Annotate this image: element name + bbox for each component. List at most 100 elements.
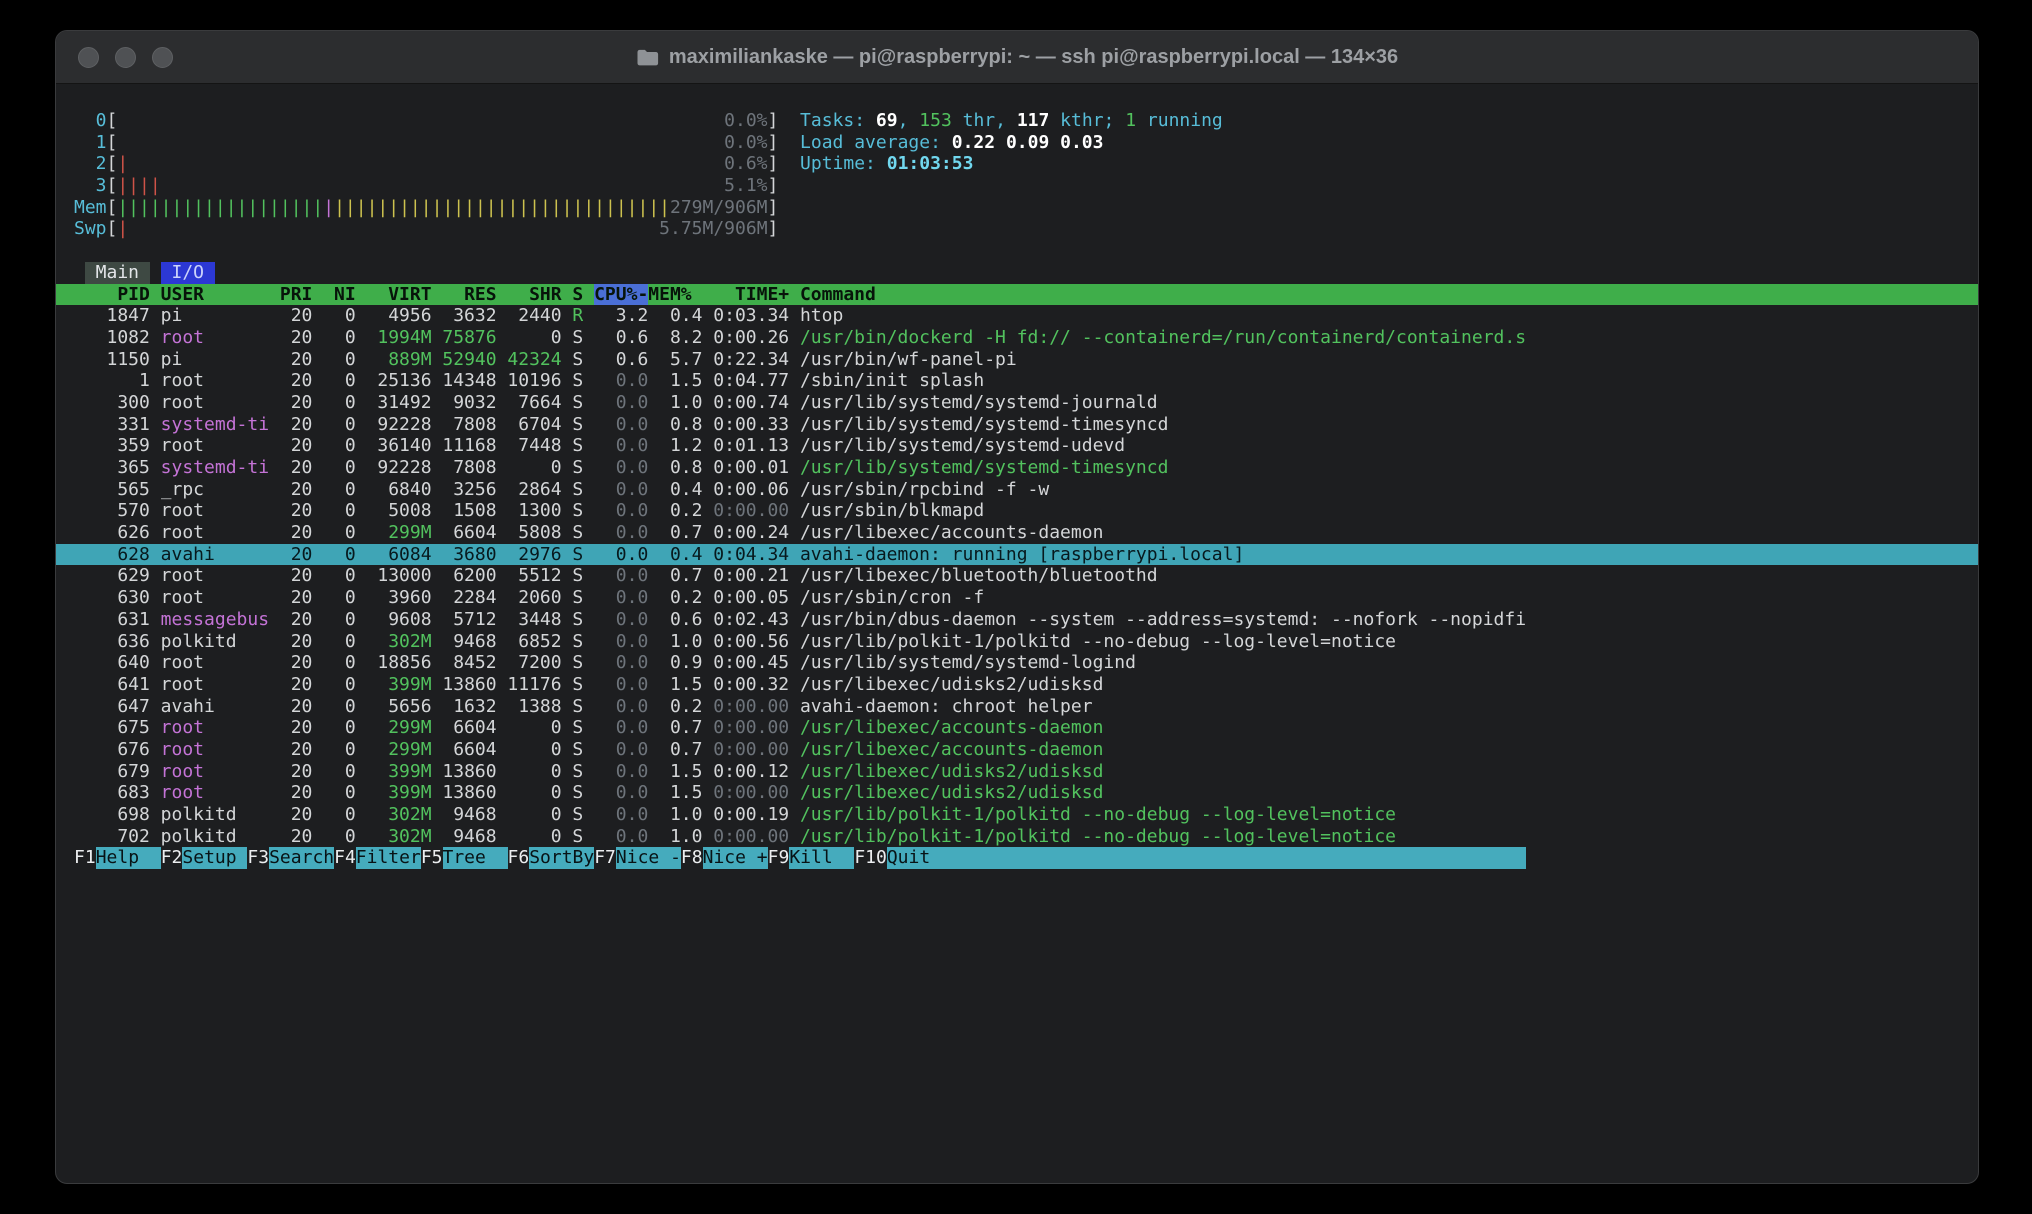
cell-res: 11168 <box>432 435 497 457</box>
cell-pri: 20 <box>269 544 312 566</box>
close-button[interactable] <box>78 47 99 68</box>
process-row-selected[interactable]: 628avahi200608436802976S0.00.40:04.34ava… <box>56 544 1978 566</box>
process-row[interactable]: 300root2003149290327664S0.01.00:00.74/us… <box>56 392 1978 414</box>
process-row[interactable]: 647avahi200565616321388S0.00.20:00.00ava… <box>56 696 1978 718</box>
cpu3-label: 3 <box>74 175 107 197</box>
cell-pid: 640 <box>74 652 150 674</box>
process-row[interactable]: 629root2001300062005512S0.00.70:00.21/us… <box>56 565 1978 587</box>
process-row[interactable]: 570root200500815081300S0.00.20:00.00/usr… <box>56 500 1978 522</box>
cell-cpu: 0.0 <box>583 435 648 457</box>
fn-nice-button[interactable]: Nice - <box>616 847 681 869</box>
process-row[interactable]: 698polkitd200302M94680S0.01.00:00.19/usr… <box>56 804 1978 826</box>
cell-pid: 331 <box>74 414 150 436</box>
process-row[interactable]: 331systemd-ti2009222878086704S0.00.80:00… <box>56 414 1978 436</box>
spacer <box>150 414 161 436</box>
cell-mem: 0.6 <box>648 609 702 631</box>
col-shr[interactable]: SHR <box>497 284 562 306</box>
fn-kill-button[interactable]: Kill <box>789 847 854 869</box>
sort-indicator: CPU%- <box>594 284 648 305</box>
process-row[interactable]: 1150pi200889M5294042324S0.65.70:22.34/us… <box>56 349 1978 371</box>
fn-nice-button[interactable]: Nice + <box>703 847 768 869</box>
process-row[interactable]: 641root200399M1386011176S0.01.50:00.32/u… <box>56 674 1978 696</box>
process-row[interactable]: 676root200299M66040S0.00.70:00.00/usr/li… <box>56 739 1978 761</box>
fn-help-button[interactable]: Help <box>96 847 161 869</box>
fn-filter-button[interactable]: Filter <box>356 847 421 869</box>
col-ni[interactable]: NI <box>312 284 355 306</box>
cell-mem: 1.0 <box>648 392 702 414</box>
process-row[interactable]: 683root200399M138600S0.01.50:00.00/usr/l… <box>56 782 1978 804</box>
process-row[interactable]: 702polkitd200302M94680S0.01.00:00.00/usr… <box>56 826 1978 848</box>
fn-quit-button[interactable]: Quit <box>887 847 952 869</box>
meter-bars: ||||||||||||||||||||||||||||||||||||||||… <box>117 197 670 218</box>
cell-time: 0:00.12 <box>702 761 789 783</box>
col-time[interactable]: TIME+ <box>702 284 789 306</box>
col-pri[interactable]: PRI <box>269 284 312 306</box>
process-row[interactable]: 1root200251361434810196S0.01.50:04.77/sb… <box>56 370 1978 392</box>
cell-shr: 0 <box>497 327 562 349</box>
process-row[interactable]: 679root200399M138600S0.01.50:00.12/usr/l… <box>56 761 1978 783</box>
fn-setup-button[interactable]: Setup <box>182 847 247 869</box>
cpu-meter-2: 2[|0.6%] Uptime: 01:03:53 <box>74 153 1978 175</box>
tab-io[interactable]: I/O <box>161 262 215 284</box>
cell-cpu: 0.0 <box>583 457 648 479</box>
col-cpu-sorted[interactable]: CPU%- <box>583 284 648 306</box>
meter-bracket: [ <box>107 110 118 132</box>
process-row[interactable]: 636polkitd200302M94686852S0.01.00:00.56/… <box>56 631 1978 653</box>
cell-mem: 0.7 <box>648 565 702 587</box>
col-pid[interactable]: PID <box>74 284 150 306</box>
cell-pid: 359 <box>74 435 150 457</box>
col-command[interactable]: Command <box>789 284 1978 306</box>
process-row[interactable]: 1847pi200495636322440R3.20.40:03.34htop <box>56 305 1978 327</box>
process-row[interactable]: 675root200299M66040S0.00.70:00.00/usr/li… <box>56 717 1978 739</box>
process-row[interactable]: 631messagebus200960857123448S0.00.60:02.… <box>56 609 1978 631</box>
cell-virt: 13000 <box>356 565 432 587</box>
col-mem[interactable]: MEM% <box>648 284 702 306</box>
cell-time: 0:03.34 <box>702 305 789 327</box>
zoom-button[interactable] <box>152 47 173 68</box>
cell-ni: 0 <box>312 457 355 479</box>
process-row[interactable]: 359root20036140111687448S0.01.20:01.13/u… <box>56 435 1978 457</box>
bar-segment: | <box>323 197 334 218</box>
fn-search-button[interactable]: Search <box>269 847 334 869</box>
cell-virt: 36140 <box>356 435 432 457</box>
col-res[interactable]: RES <box>432 284 497 306</box>
swp-usage-text: 5.75M/906M <box>659 218 767 240</box>
cell-ni: 0 <box>312 761 355 783</box>
fn-sortby-button[interactable]: SortBy <box>529 847 594 869</box>
cell-pri: 20 <box>269 674 312 696</box>
spacer <box>150 370 161 392</box>
process-row[interactable]: 1082root2001994M758760S0.68.20:00.26/usr… <box>56 327 1978 349</box>
process-row[interactable]: 565_rpc200684032562864S0.00.40:00.06/usr… <box>56 479 1978 501</box>
cell-time: 0:01.13 <box>702 435 789 457</box>
text-segment: 1 <box>1125 110 1136 131</box>
minimize-button[interactable] <box>115 47 136 68</box>
cell-mem: 1.5 <box>648 674 702 696</box>
cell-time: 0:00.00 <box>702 826 789 848</box>
cell-command: /usr/sbin/rpcbind -f -w <box>789 479 1978 501</box>
process-row[interactable]: 630root200396022842060S0.00.20:00.05/usr… <box>56 587 1978 609</box>
process-row[interactable]: 640root2001885684527200S0.00.90:00.45/us… <box>56 652 1978 674</box>
cell-virt: 399M <box>356 674 432 696</box>
cell-virt: 299M <box>356 522 432 544</box>
process-row[interactable]: 626root200299M66045808S0.00.70:00.24/usr… <box>56 522 1978 544</box>
cpu-meter-3: 3[||||5.1%] <box>74 175 1978 197</box>
cell-time: 0:00.33 <box>702 414 789 436</box>
fn-tree-button[interactable]: Tree <box>443 847 508 869</box>
cell-mem: 1.5 <box>648 370 702 392</box>
window-controls <box>78 31 173 83</box>
col-user[interactable]: USER <box>161 284 269 306</box>
mem-usage-text: 279M/906M <box>670 197 768 219</box>
tab-main[interactable]: Main <box>85 262 150 284</box>
process-row[interactable]: 365systemd-ti2009222878080S0.00.80:00.01… <box>56 457 1978 479</box>
col-state[interactable]: S <box>562 284 584 306</box>
cell-command: avahi-daemon: chroot helper <box>789 696 1978 718</box>
cell-ni: 0 <box>312 479 355 501</box>
cell-user: pi <box>161 349 269 371</box>
col-virt[interactable]: VIRT <box>356 284 432 306</box>
cell-shr: 7200 <box>497 652 562 674</box>
cell-res: 6200 <box>432 565 497 587</box>
cell-cpu: 0.0 <box>583 739 648 761</box>
process-table-body: 1847pi200495636322440R3.20.40:03.34htop1… <box>74 305 1978 847</box>
cell-time: 0:00.05 <box>702 587 789 609</box>
cell-shr: 0 <box>497 717 562 739</box>
